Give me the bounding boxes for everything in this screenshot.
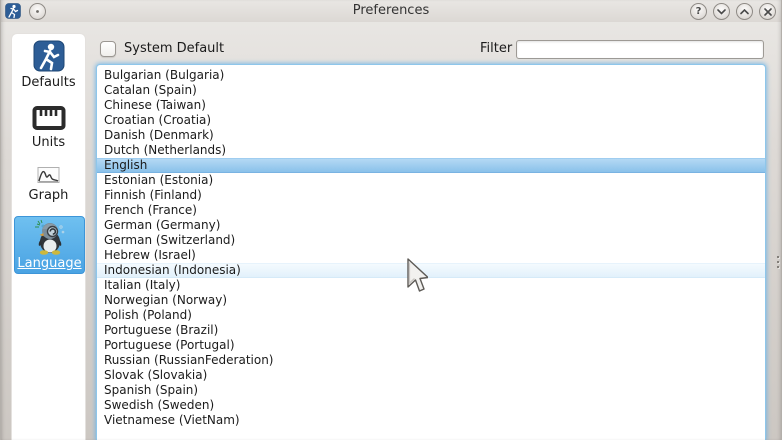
language-row[interactable]: Norwegian (Norway) [97, 293, 765, 308]
window-resize-grip[interactable] [777, 256, 780, 271]
system-default-checkbox[interactable] [100, 41, 116, 57]
language-row[interactable]: Spanish (Spain) [97, 383, 765, 398]
close-icon [764, 8, 772, 16]
close-button[interactable] [759, 3, 776, 20]
language-row[interactable]: Swedish (Sweden) [97, 398, 765, 413]
help-button[interactable]: ? [690, 3, 707, 20]
graph-icon [37, 165, 61, 185]
language-row[interactable]: Russian (RussianFederation) [97, 353, 765, 368]
shade-button[interactable] [713, 3, 730, 20]
sidebar-item-units[interactable]: Units [12, 104, 85, 150]
language-list: Bulgarian (Bulgaria) Catalan (Spain) Chi… [96, 64, 766, 440]
sidebar-item-defaults[interactable]: Defaults [12, 40, 85, 90]
sidebar-item-label: Units [12, 135, 85, 150]
filter-label: Filter [480, 41, 512, 56]
language-row[interactable]: Polish (Poland) [97, 308, 765, 323]
help-icon: ? [696, 6, 702, 17]
language-row[interactable]: Chinese (Taiwan) [97, 98, 765, 113]
maximize-button[interactable] [736, 3, 753, 20]
language-row[interactable]: Slovak (Slovakia) [97, 368, 765, 383]
language-row[interactable]: Dutch (Netherlands) [97, 143, 765, 158]
chevron-down-icon [717, 9, 726, 15]
chevron-up-icon [740, 9, 749, 15]
sidebar-item-label: Graph [12, 188, 85, 203]
system-default-label: System Default [124, 41, 224, 56]
language-row[interactable]: Portuguese (Portugal) [97, 338, 765, 353]
language-row[interactable]: Bulgarian (Bulgaria) [97, 68, 765, 83]
tux-diver-icon [31, 218, 69, 256]
language-row[interactable]: German (Switzerland) [97, 233, 765, 248]
language-row-hovered[interactable]: Indonesian (Indonesia) [97, 263, 765, 278]
language-row[interactable]: Hebrew (Israel) [97, 248, 765, 263]
hiker-icon [33, 40, 65, 72]
language-row[interactable]: Vietnamese (VietNam) [97, 413, 765, 428]
language-row[interactable]: Italian (Italy) [97, 278, 765, 293]
titlebar[interactable]: Preferences ? [0, 0, 782, 22]
language-row-selected[interactable]: English [97, 158, 765, 173]
preferences-dialog: Preferences ? Defaults Units [0, 0, 782, 440]
language-row[interactable]: Portuguese (Brazil) [97, 323, 765, 338]
settings-category-list: Defaults Units Graph [11, 33, 86, 440]
language-row[interactable]: French (France) [97, 203, 765, 218]
language-row[interactable]: German (Germany) [97, 218, 765, 233]
language-row[interactable]: Estonian (Estonia) [97, 173, 765, 188]
sidebar-item-graph[interactable]: Graph [12, 165, 85, 203]
sidebar-item-language[interactable]: Language [14, 216, 85, 274]
language-row[interactable]: Croatian (Croatia) [97, 113, 765, 128]
language-row[interactable]: Catalan (Spain) [97, 83, 765, 98]
sidebar-item-label: Language [15, 256, 84, 271]
sidebar-item-label: Defaults [12, 75, 85, 90]
filter-input[interactable] [516, 40, 764, 59]
window-title: Preferences [0, 3, 782, 18]
ruler-icon [32, 104, 66, 132]
language-row[interactable]: Danish (Denmark) [97, 128, 765, 143]
language-row[interactable]: Finnish (Finland) [97, 188, 765, 203]
